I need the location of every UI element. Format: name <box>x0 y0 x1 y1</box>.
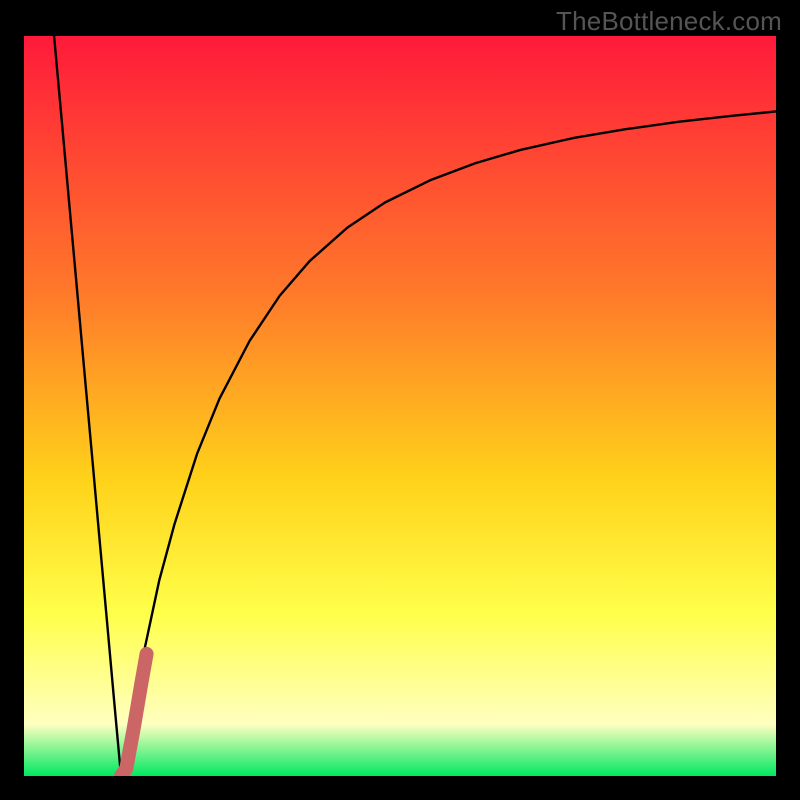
chart-frame: TheBottleneck.com <box>0 0 800 800</box>
watermark-text: TheBottleneck.com <box>556 6 782 37</box>
plot-area <box>24 36 776 776</box>
bottleneck-chart <box>24 36 776 776</box>
gradient-background <box>24 36 776 776</box>
